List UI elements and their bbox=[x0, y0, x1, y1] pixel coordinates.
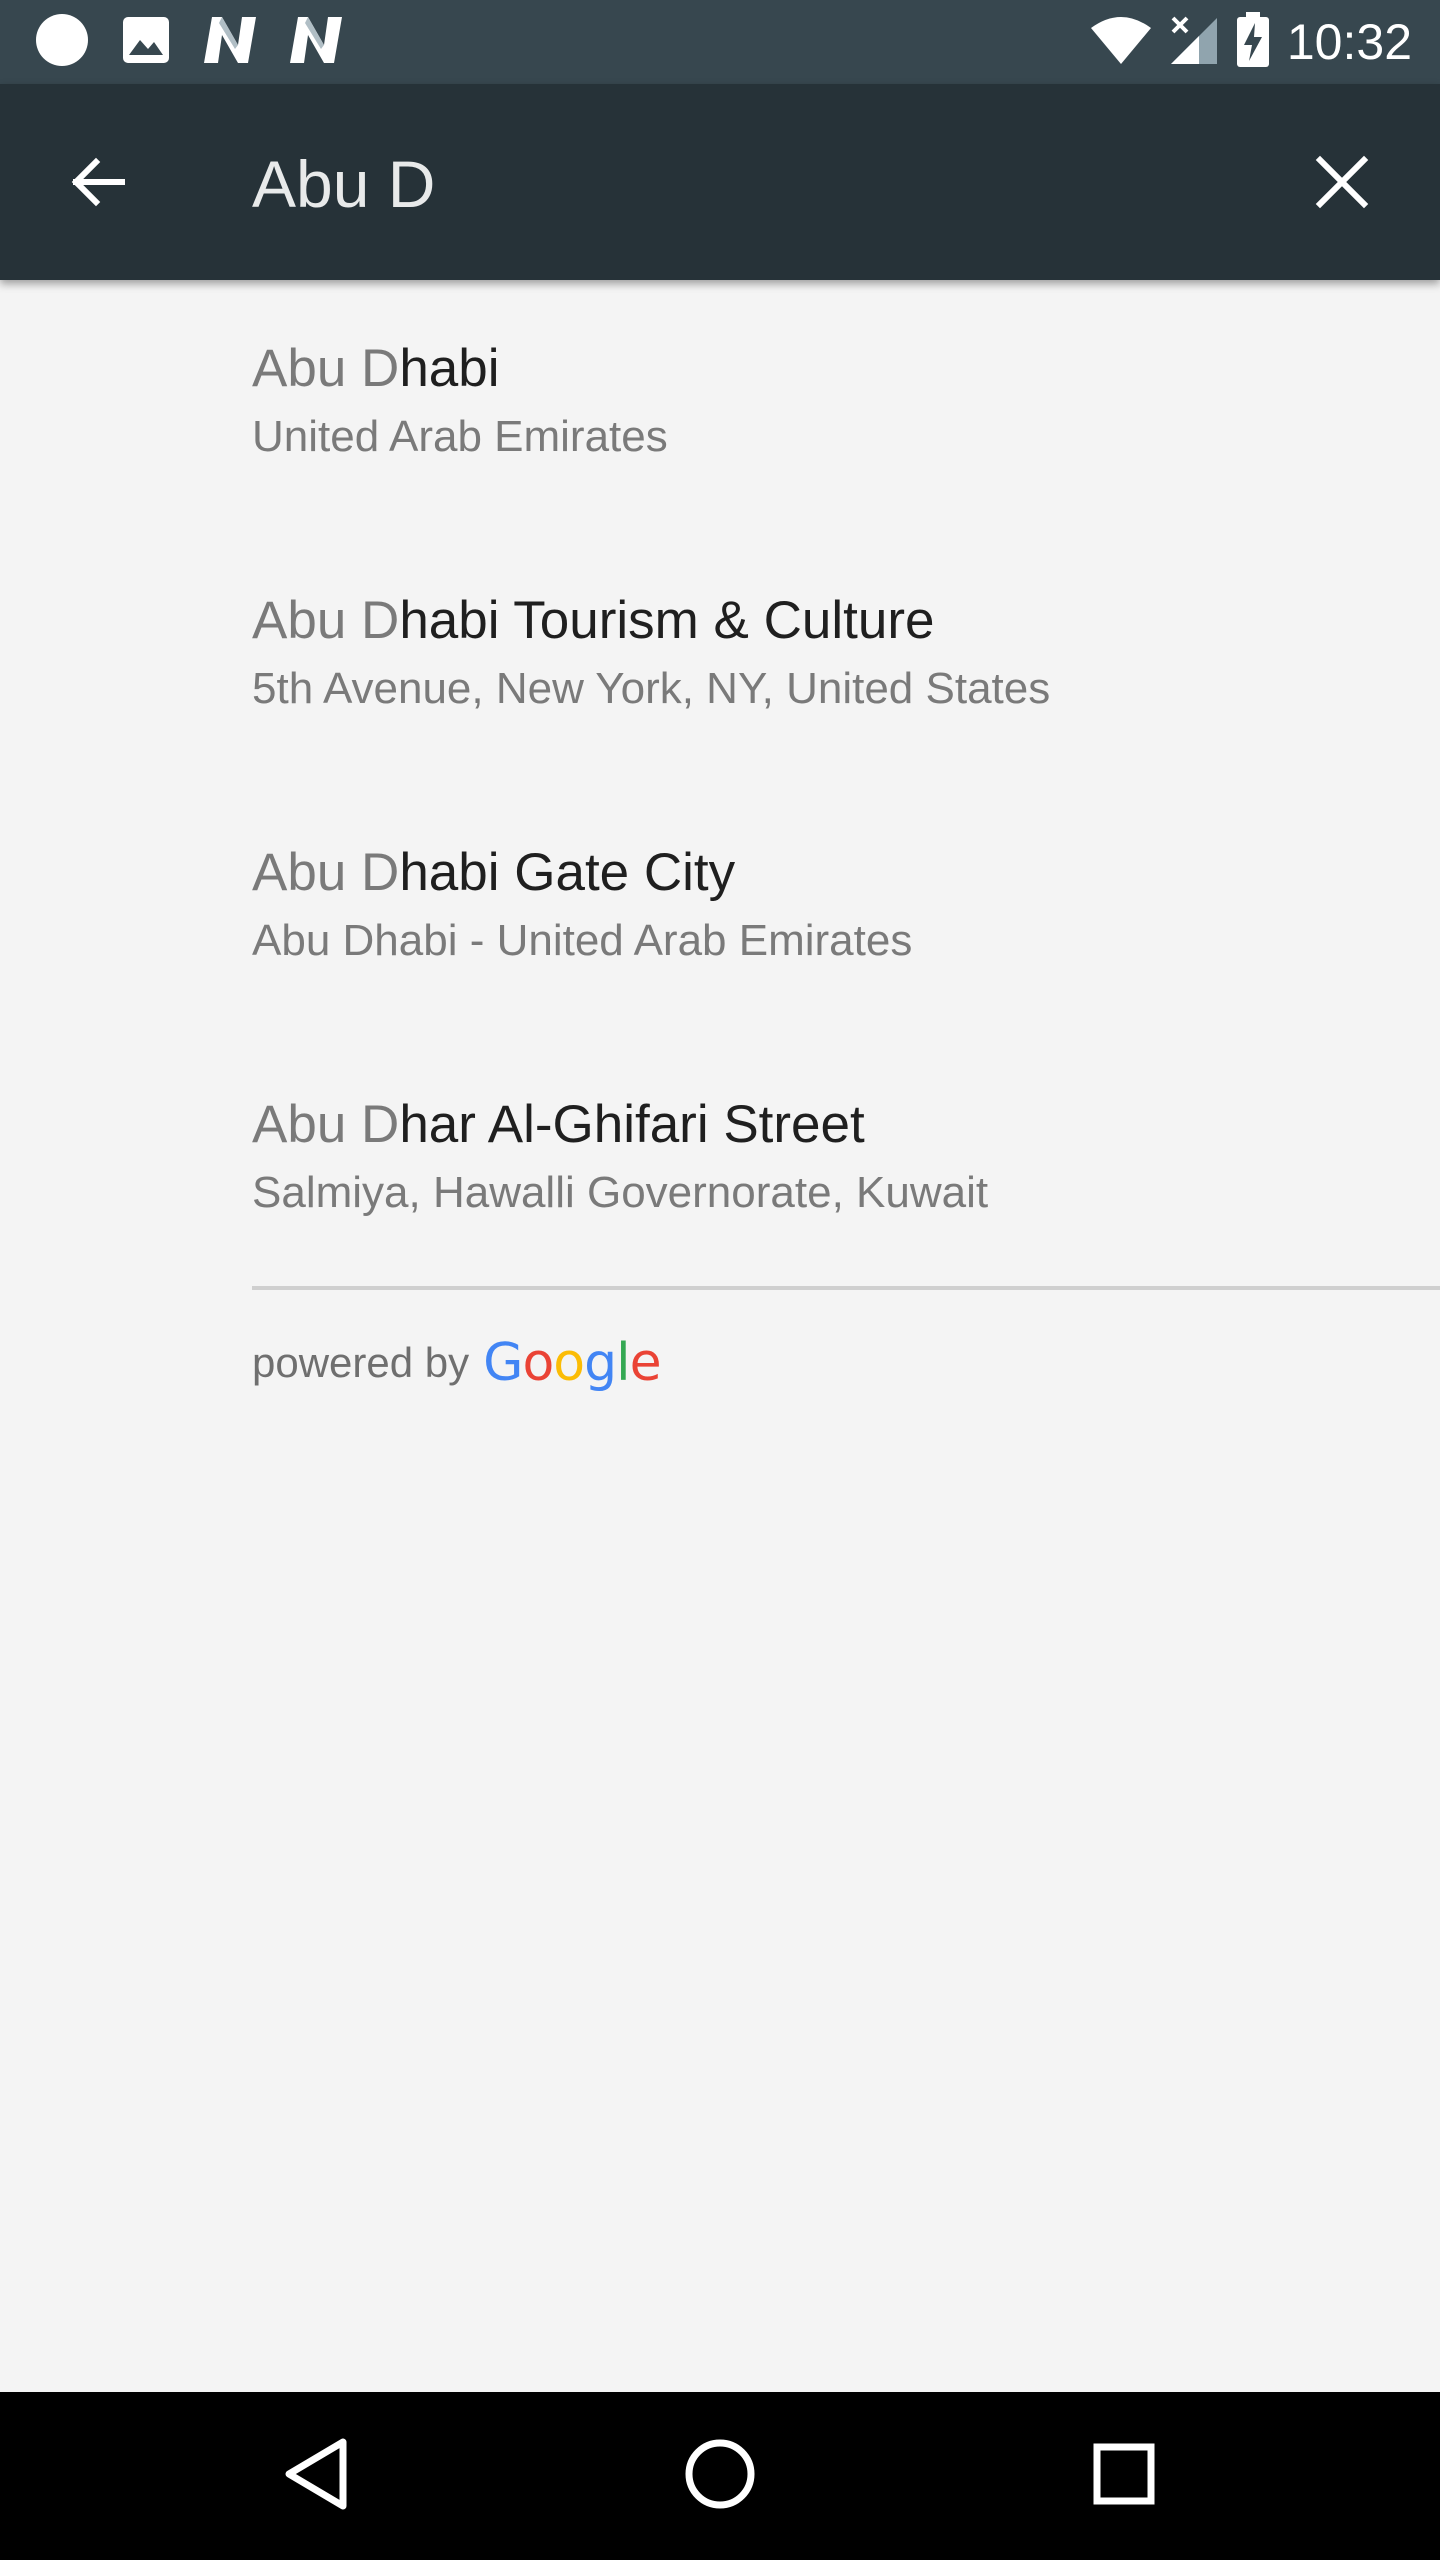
navigation-bar bbox=[0, 2392, 1440, 2560]
close-icon bbox=[1314, 154, 1370, 215]
search-input[interactable] bbox=[252, 134, 1252, 234]
google-logo: Google bbox=[483, 1333, 662, 1393]
result-subtitle: Salmiya, Hawalli Governorate, Kuwait bbox=[252, 1168, 989, 1217]
result-title-match: Abu D bbox=[252, 843, 400, 902]
result-title: Abu Dhabi Tourism & Culture bbox=[252, 590, 934, 651]
recents-square-icon bbox=[1092, 2442, 1156, 2511]
powered-by-google: powered by Google bbox=[252, 1328, 662, 1398]
result-title: Abu Dhabi Gate City bbox=[252, 842, 735, 903]
clear-button[interactable] bbox=[1300, 142, 1384, 226]
google-logo-letter: l bbox=[616, 1333, 630, 1393]
list-item[interactable]: Abu Dhabi Tourism & Culture 5th Avenue, … bbox=[0, 532, 1440, 784]
results-divider bbox=[252, 1286, 1440, 1290]
result-title-match: Abu D bbox=[252, 339, 400, 398]
result-title-rest: har Al-Ghifari Street bbox=[399, 1095, 865, 1154]
result-title-match: Abu D bbox=[252, 591, 400, 650]
google-logo-letter: G bbox=[483, 1333, 523, 1393]
record-circle-icon bbox=[34, 12, 90, 73]
powered-by-text: powered by bbox=[252, 1339, 470, 1386]
cellular-no-signal-icon bbox=[1169, 14, 1219, 71]
result-title: Abu Dhar Al-Ghifari Street bbox=[252, 1094, 865, 1155]
notification-icons bbox=[34, 12, 374, 73]
back-triangle-icon bbox=[281, 2436, 351, 2517]
result-title-rest: habi Gate City bbox=[399, 843, 736, 902]
nav-recents-button[interactable] bbox=[1074, 2426, 1174, 2526]
nav-back-button[interactable] bbox=[266, 2426, 366, 2526]
result-subtitle: Abu Dhabi - United Arab Emirates bbox=[252, 916, 913, 965]
result-title-match: Abu D bbox=[252, 1095, 400, 1154]
result-subtitle: 5th Avenue, New York, NY, United States bbox=[252, 664, 1051, 713]
google-logo-letter: o bbox=[553, 1333, 585, 1393]
system-icons: 10:32 bbox=[1073, 10, 1412, 74]
result-title: Abu Dhabi bbox=[252, 338, 500, 399]
status-bar: 10:32 bbox=[0, 0, 1440, 84]
n-notification-icon bbox=[202, 15, 258, 70]
google-logo-letter: g bbox=[584, 1333, 617, 1393]
back-button[interactable] bbox=[56, 142, 140, 226]
result-subtitle: United Arab Emirates bbox=[252, 412, 668, 461]
wifi-icon bbox=[1089, 14, 1153, 71]
nav-home-button[interactable] bbox=[670, 2426, 770, 2526]
home-circle-icon bbox=[684, 2438, 756, 2515]
search-toolbar bbox=[0, 84, 1440, 280]
result-title-rest: habi bbox=[399, 339, 500, 398]
list-item[interactable]: Abu Dhabi Gate City Abu Dhabi - United A… bbox=[0, 784, 1440, 1036]
status-time: 10:32 bbox=[1286, 14, 1412, 70]
google-logo-letter: e bbox=[629, 1333, 662, 1393]
arrow-left-icon bbox=[66, 150, 130, 219]
list-item[interactable]: Abu Dhar Al-Ghifari Street Salmiya, Hawa… bbox=[0, 1036, 1440, 1288]
google-logo-letter: o bbox=[522, 1333, 554, 1393]
n-notification-icon bbox=[288, 15, 344, 70]
battery-charging-icon bbox=[1235, 11, 1271, 74]
list-item[interactable]: Abu Dhabi United Arab Emirates bbox=[0, 280, 1440, 532]
image-notification-icon bbox=[120, 14, 172, 71]
result-title-rest: habi Tourism & Culture bbox=[399, 591, 935, 650]
